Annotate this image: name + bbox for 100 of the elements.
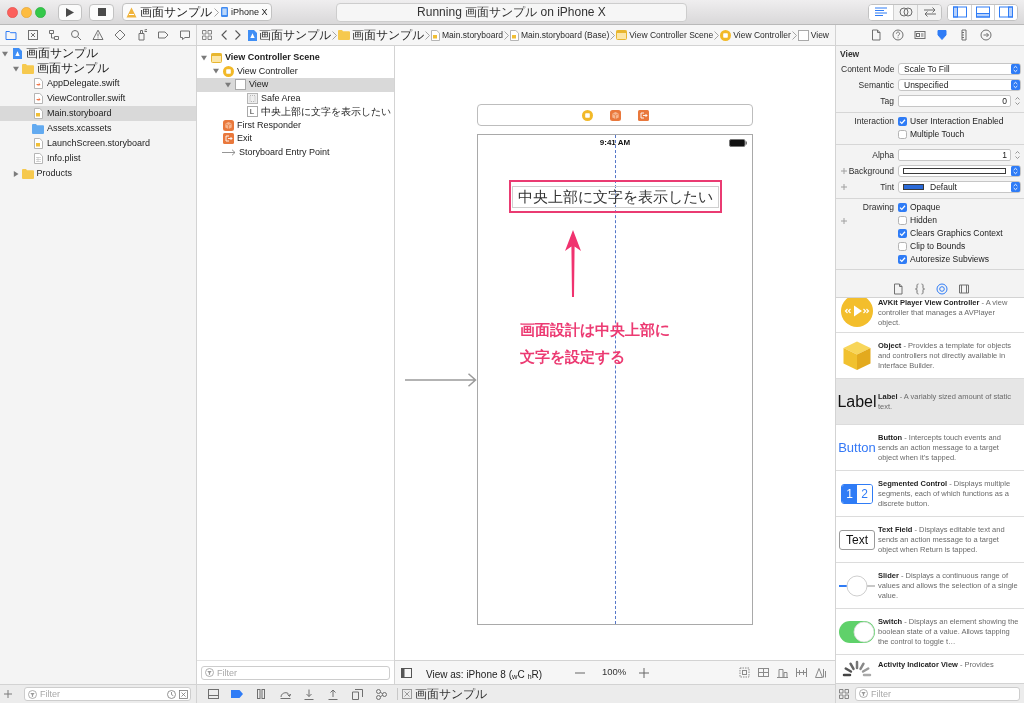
stop-icon xyxy=(97,8,106,16)
color-popup[interactable] xyxy=(898,165,1021,177)
disclosure-triangle-icon[interactable] xyxy=(12,170,19,177)
clock-icon[interactable] xyxy=(167,689,176,699)
process-button[interactable]: 画面サンプル xyxy=(402,687,487,701)
close-button[interactable] xyxy=(7,6,18,18)
outline-item[interactable]: L 中央上部に文字を表示したい xyxy=(197,105,394,119)
field-label: Drawing xyxy=(862,201,894,214)
file-item[interactable]: LaunchScreen.storyboard xyxy=(0,136,196,151)
disclosure-triangle-icon[interactable] xyxy=(2,50,8,57)
path-crumb[interactable]: 画面サンプル xyxy=(248,28,331,42)
sidebar-icon[interactable] xyxy=(401,667,412,678)
field-label: Tag xyxy=(880,94,894,108)
color-popup[interactable]: Default xyxy=(898,181,1021,193)
path-crumb[interactable]: 画面サンプル xyxy=(338,28,424,42)
dashed-square-icon[interactable] xyxy=(739,667,750,678)
stop-button[interactable] xyxy=(89,3,114,21)
number-field[interactable]: 1 xyxy=(898,149,1011,161)
field-label: Alpha xyxy=(872,148,894,162)
file-item[interactable]: 画面サンプル xyxy=(0,61,196,76)
disclosure-triangle-icon[interactable] xyxy=(201,54,207,61)
path-crumb[interactable]: View Controller Scene xyxy=(616,28,714,42)
outline-item[interactable]: View xyxy=(197,78,394,92)
list-document-icon xyxy=(33,153,43,164)
plus-icon[interactable] xyxy=(639,667,650,678)
pentagon-icon xyxy=(936,29,948,41)
up-down-arrows-icon xyxy=(1011,166,1020,176)
popup-button[interactable]: Scale To Fill xyxy=(898,63,1021,75)
outline-item[interactable]: View Controller Scene xyxy=(197,51,394,65)
overlapping-circles-icon xyxy=(898,6,913,18)
grid-box-icon[interactable] xyxy=(758,667,769,678)
document-icon xyxy=(870,29,882,41)
panel-toggle-button[interactable] xyxy=(971,4,994,20)
related-items-button[interactable] xyxy=(200,28,214,42)
chevron-right-icon xyxy=(332,30,337,40)
help-icon xyxy=(892,29,904,41)
checkbox[interactable] xyxy=(898,203,907,212)
right-panel-icon xyxy=(999,6,1013,18)
checkbox[interactable] xyxy=(898,130,907,139)
device-button[interactable]: iPhone X xyxy=(221,5,268,19)
popup-button[interactable]: Unspecified xyxy=(898,79,1021,91)
square-document-icon xyxy=(431,29,440,41)
path-crumb[interactable]: View xyxy=(797,28,829,42)
code-document-icon xyxy=(33,78,43,89)
device-config-button[interactable]: View as: iPhone 8 ($_{w}$C $_{h}$R) xyxy=(426,668,543,680)
checkbox[interactable] xyxy=(898,255,907,264)
outline-item[interactable]: View Controller xyxy=(197,64,394,78)
activity-status: Running 画面サンプル on iPhone X xyxy=(336,2,687,22)
file-item[interactable]: Assets.xcassets xyxy=(0,121,196,136)
chevron-right-icon xyxy=(425,30,430,40)
editor-mode-button[interactable] xyxy=(893,4,917,20)
field-label: Background xyxy=(848,164,894,178)
file-item[interactable]: ViewController.swift xyxy=(0,91,196,106)
file-item[interactable]: Info.plist xyxy=(0,151,196,166)
filter-field[interactable]: Filter xyxy=(24,687,191,701)
disclosure-triangle-icon[interactable] xyxy=(225,81,231,88)
filter-field[interactable]: Filter xyxy=(855,686,1020,701)
hierarchy-icon xyxy=(48,29,61,41)
path-crumb[interactable]: View Controller xyxy=(720,28,791,42)
checkbox[interactable] xyxy=(898,117,907,126)
grid-icon[interactable] xyxy=(839,688,849,699)
run-button[interactable] xyxy=(58,3,82,21)
panel-toggle-button[interactable] xyxy=(994,4,1017,20)
scheme-button[interactable]: 画面サンプル xyxy=(126,5,212,19)
letter-square-icon: L xyxy=(246,106,258,118)
path-crumb[interactable]: Main.storyboard (Base) xyxy=(509,28,610,42)
stepper-icon[interactable] xyxy=(1014,149,1021,161)
dashed-square-icon xyxy=(246,92,258,104)
number-field[interactable]: 0 xyxy=(898,95,1011,107)
up-arrow xyxy=(565,230,581,297)
circle-square-icon xyxy=(222,65,234,77)
filter-field[interactable]: Filter xyxy=(201,665,390,680)
disclosure-triangle-icon[interactable] xyxy=(213,68,219,75)
file-item[interactable]: AppDelegate.swift xyxy=(0,76,196,91)
outline-item[interactable]: Storyboard Entry Point xyxy=(197,145,394,159)
outline-item[interactable]: Safe Area xyxy=(197,91,394,105)
outline-item[interactable]: Exit xyxy=(197,132,394,146)
checkbox[interactable] xyxy=(898,242,907,251)
editor-mode-button[interactable] xyxy=(869,4,893,20)
path-crumb[interactable]: Main.storyboard xyxy=(431,28,503,42)
stepper-icon[interactable] xyxy=(1014,95,1021,107)
checkbox[interactable] xyxy=(898,216,907,225)
editor-mode-button[interactable] xyxy=(917,4,941,20)
crossed-square-icon[interactable] xyxy=(179,689,188,699)
file-item[interactable]: Main.storyboard xyxy=(0,106,196,121)
spinner-icon xyxy=(842,660,872,678)
file-item[interactable]: Products xyxy=(0,166,196,181)
triangle-bars-icon[interactable] xyxy=(815,667,826,678)
bars-icon[interactable] xyxy=(777,667,788,678)
checkbox[interactable] xyxy=(898,229,907,238)
panel-toggle-button[interactable] xyxy=(948,4,971,20)
file-item[interactable]: 画面サンプル xyxy=(0,46,196,61)
outline-item[interactable]: First Responder xyxy=(197,118,394,132)
bracket-icon[interactable] xyxy=(796,667,807,678)
pause-icon xyxy=(257,689,265,699)
checkbox-label: Clip to Bounds xyxy=(910,240,966,253)
minus-icon[interactable] xyxy=(575,671,585,674)
zoom-button[interactable] xyxy=(35,6,46,18)
add-icon[interactable] xyxy=(4,690,12,698)
disclosure-triangle-icon[interactable] xyxy=(12,65,19,72)
